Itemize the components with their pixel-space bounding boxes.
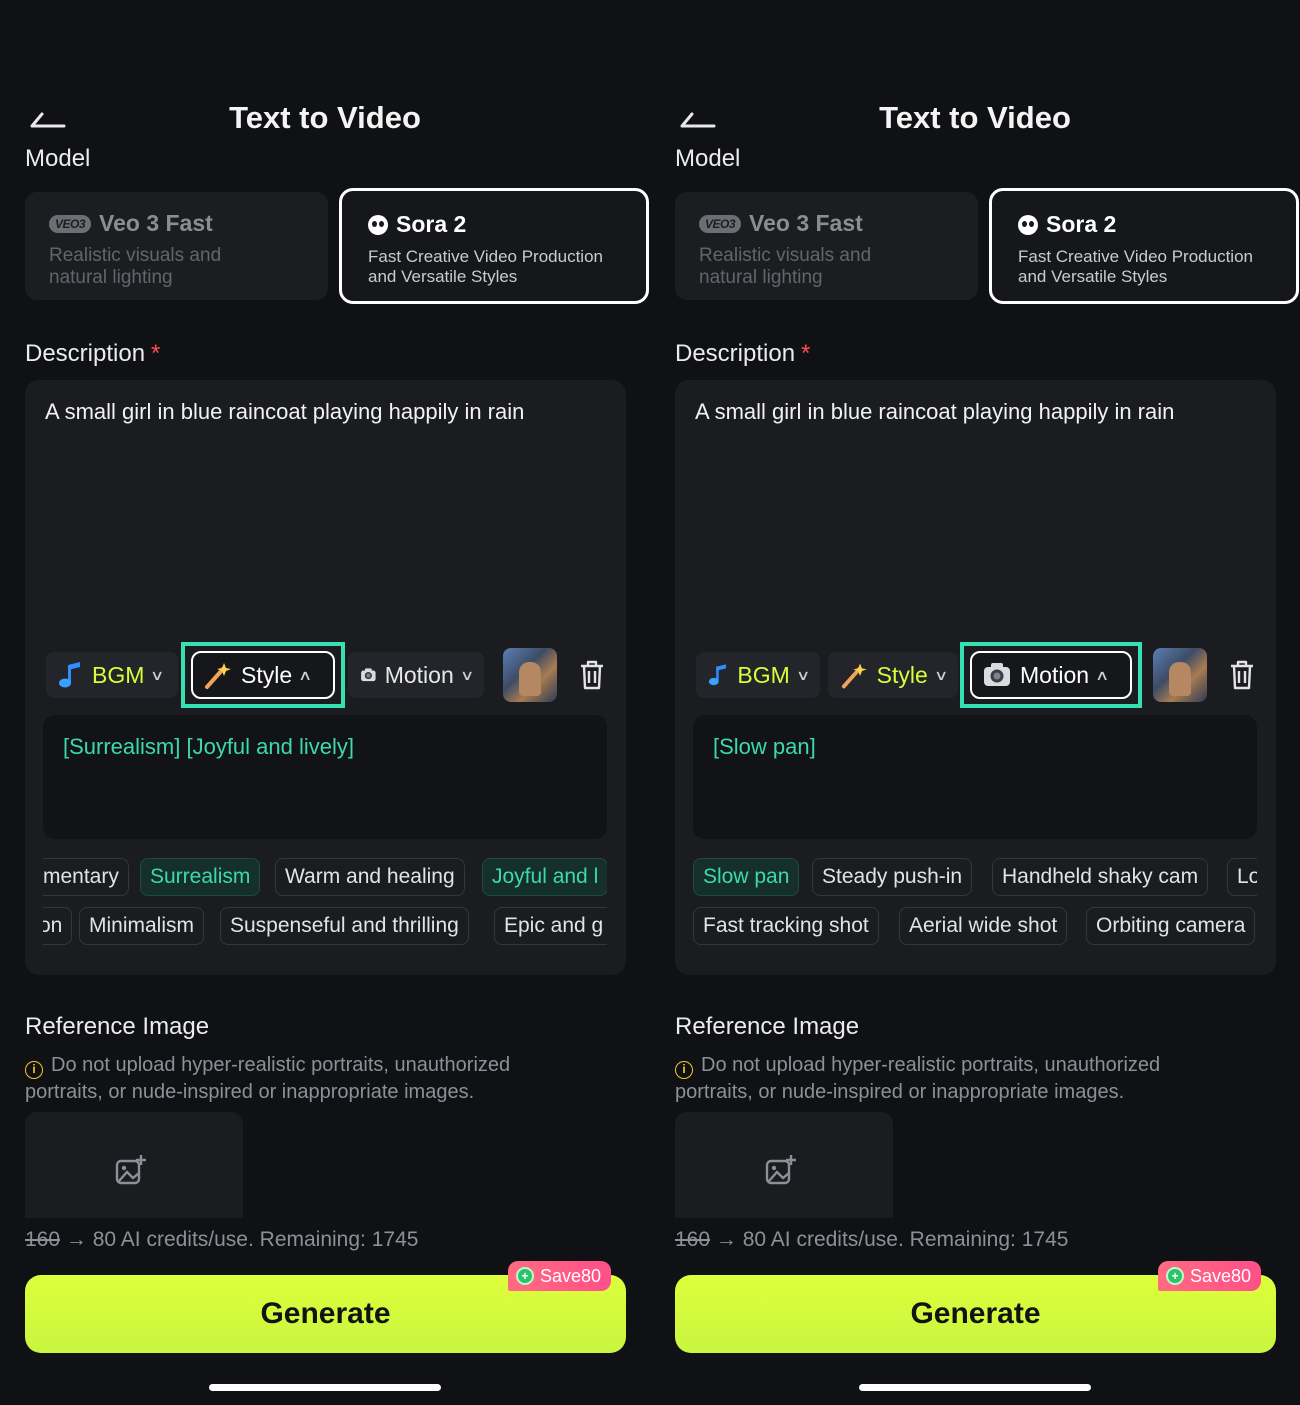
model-section-label: Model	[25, 145, 91, 172]
info-icon: i	[675, 1061, 693, 1079]
chip-steady-push-in[interactable]: Steady push-in	[812, 858, 973, 896]
description-text[interactable]: A small girl in blue raincoat playing ha…	[45, 399, 524, 425]
model-card-sora2[interactable]: Sora 2 Fast Creative Video Production and…	[339, 188, 649, 304]
reference-warning: i Do not upload hyper-realistic portraits…	[675, 1054, 1161, 1103]
chip-joyful-and-lively[interactable]: Joyful and l	[482, 858, 607, 896]
veo3-badge-icon: VEO3	[49, 214, 92, 233]
style-chips-row-1: mentary Surrealism Warm and healing Joyf…	[43, 858, 607, 898]
reference-image-upload[interactable]	[25, 1112, 243, 1218]
reference-image-upload[interactable]	[675, 1112, 893, 1218]
model-name: Sora 2	[396, 211, 467, 237]
reference-warning: i Do not upload hyper-realistic portraits…	[25, 1054, 511, 1103]
music-note-icon	[59, 662, 80, 688]
home-indicator	[859, 1384, 1091, 1391]
reference-image-label: Reference Image	[25, 1013, 210, 1040]
page-title: Text to Video	[879, 100, 1071, 135]
sora-logo-icon	[1018, 214, 1038, 235]
reference-image-label: Reference Image	[675, 1013, 860, 1040]
model-card-veo3-fast[interactable]: VEO3 Veo 3 Fast Realistic visuals and natu…	[675, 192, 978, 300]
trash-icon[interactable]	[1229, 660, 1255, 690]
credits-info: 160 → 80 AI credits/use. Remaining: 1745	[25, 1228, 419, 1251]
selected-tags-box: [Slow pan]	[693, 715, 1257, 839]
camera-icon	[361, 668, 376, 682]
model-description: Fast Creative Video Production and Versat…	[1018, 247, 1253, 286]
credits-info: 160 → 80 AI credits/use. Remaining: 1745	[675, 1228, 1069, 1251]
style-label: Style	[241, 661, 293, 688]
camera-icon	[984, 663, 1010, 686]
chip-orbiting-camera[interactable]: Orbiting camera	[1086, 907, 1256, 945]
add-image-icon	[765, 1155, 796, 1185]
plus-coin-icon: +	[1166, 1267, 1184, 1285]
motion-dropdown[interactable]: Motion ∧	[970, 651, 1132, 699]
magic-wand-icon	[841, 663, 867, 689]
selected-tags-text: [Slow pan]	[713, 734, 816, 759]
chip-partial[interactable]: on	[43, 907, 73, 945]
plus-coin-icon: +	[516, 1267, 534, 1285]
sora-logo-icon	[368, 214, 388, 235]
bgm-label: BGM	[92, 661, 145, 688]
description-label: Description *	[675, 340, 811, 367]
trash-icon[interactable]	[579, 660, 605, 690]
chip-surrealism[interactable]: Surrealism	[140, 858, 261, 896]
chip-suspenseful-and-thrilling[interactable]: Suspenseful and thrilling	[220, 907, 469, 945]
reference-thumbnail[interactable]	[503, 648, 557, 702]
chevron-down-icon: ∨	[933, 666, 949, 683]
chip-minimalism[interactable]: Minimalism	[79, 907, 204, 945]
description-text[interactable]: A small girl in blue raincoat playing ha…	[695, 399, 1174, 425]
chip-handheld-shaky-cam[interactable]: Handheld shaky cam	[992, 858, 1209, 896]
save-badge: + Save80	[508, 1261, 612, 1291]
reference-thumbnail[interactable]	[1153, 648, 1207, 702]
chip-aerial-wide-shot[interactable]: Aerial wide shot	[899, 907, 1068, 945]
motion-label: Motion	[1020, 661, 1090, 688]
chevron-down-icon: ∨	[459, 666, 475, 683]
model-description: Realistic visuals and natural lighting	[49, 245, 222, 288]
panel-motion: Text to Video Model VEO3 Veo 3 Fast Reali…	[650, 0, 1300, 1405]
chevron-down-icon: ∨	[150, 666, 165, 683]
model-description: Fast Creative Video Production and Versat…	[368, 247, 603, 286]
style-label: Style	[876, 661, 928, 688]
page-title: Text to Video	[229, 100, 421, 135]
style-dropdown[interactable]: Style ∨	[828, 652, 958, 698]
save-badge: + Save80	[1158, 1261, 1262, 1291]
panel-style: Text to Video Model VEO3 Veo 3 Fast Reali…	[0, 0, 650, 1405]
chip-warm-and-healing[interactable]: Warm and healing	[275, 858, 465, 896]
chip-fast-tracking-shot[interactable]: Fast tracking shot	[693, 907, 879, 945]
model-name: Sora 2	[1046, 211, 1117, 237]
model-name: Veo 3 Fast	[99, 210, 213, 236]
model-card-veo3-fast[interactable]: VEO3 Veo 3 Fast Realistic visuals and natu…	[25, 192, 328, 300]
home-indicator	[209, 1384, 441, 1391]
magic-wand-icon	[205, 663, 231, 689]
info-icon: i	[25, 1061, 43, 1079]
selected-tags-box: [Surrealism] [Joyful and lively]	[43, 715, 607, 839]
model-name: Veo 3 Fast	[749, 210, 863, 236]
motion-label: Motion	[384, 661, 454, 688]
motion-chips-row-1: Slow pan Steady push-in Handheld shaky c…	[693, 858, 1257, 898]
required-asterisk: *	[801, 340, 811, 367]
model-description: Realistic visuals and natural lighting	[699, 245, 872, 288]
motion-chips-row-2: Fast tracking shot Aerial wide shot Orbi…	[693, 907, 1257, 947]
veo3-badge-icon: VEO3	[699, 214, 742, 233]
chip-slow-pan[interactable]: Slow pan	[693, 858, 800, 896]
model-card-sora2[interactable]: Sora 2 Fast Creative Video Production and…	[989, 188, 1299, 304]
bgm-dropdown[interactable]: BGM ∨	[696, 652, 820, 698]
model-section-label: Model	[675, 145, 741, 172]
bgm-label: BGM	[737, 661, 790, 688]
chevron-up-icon: ∧	[298, 666, 313, 683]
add-image-icon	[115, 1155, 146, 1185]
required-asterisk: *	[151, 340, 161, 367]
style-dropdown[interactable]: Style ∧	[191, 651, 335, 699]
style-chips-row-2: on Minimalism Suspenseful and thrilling …	[43, 907, 607, 947]
chevron-down-icon: ∨	[795, 666, 811, 683]
music-note-icon	[708, 664, 727, 686]
chip-documentary[interactable]: mentary	[43, 858, 129, 896]
description-label: Description *	[25, 340, 161, 367]
motion-dropdown[interactable]: Motion ∨	[348, 652, 484, 698]
chip-partial[interactable]: Lo	[1227, 858, 1257, 896]
bgm-dropdown[interactable]: BGM ∨	[46, 652, 178, 698]
selected-tags-text: [Surrealism] [Joyful and lively]	[63, 734, 354, 759]
chevron-up-icon: ∧	[1094, 666, 1110, 683]
chip-epic-and-grand[interactable]: Epic and g	[494, 907, 607, 945]
